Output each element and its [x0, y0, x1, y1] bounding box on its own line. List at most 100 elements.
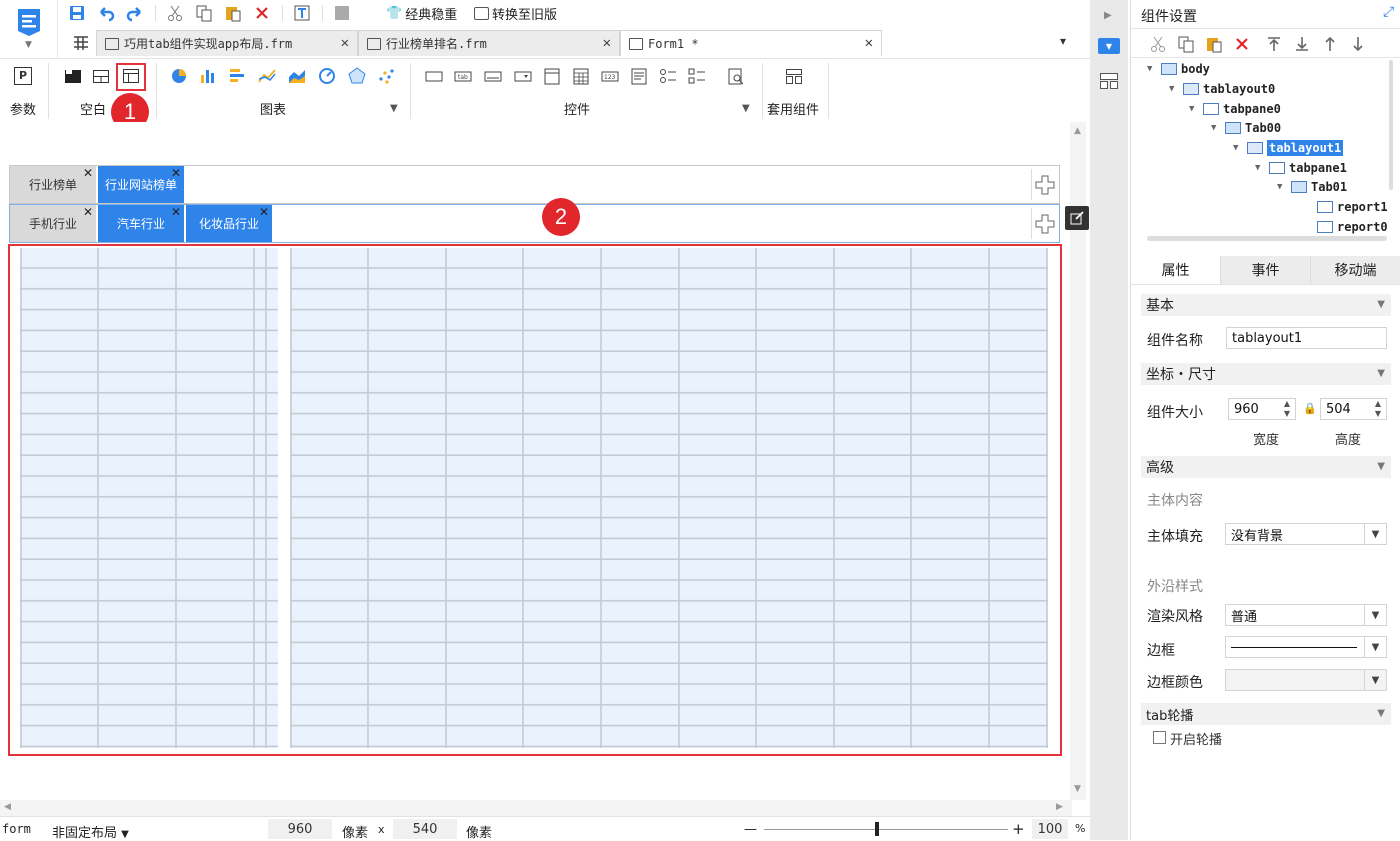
tree-node-tabpane1[interactable]: ▼ tabpane1: [1255, 159, 1347, 177]
tree-node-tablayout0[interactable]: ▼ tablayout0: [1169, 80, 1275, 98]
component-settings-icon[interactable]: ▼: [1098, 38, 1120, 54]
move-bottom-icon[interactable]: [1293, 35, 1311, 56]
report-grid-right[interactable]: [290, 248, 1048, 748]
tab-phone-industry[interactable]: 手机行业 ✕: [10, 205, 97, 242]
horizontal-bar-icon[interactable]: [228, 67, 246, 85]
template-component-icon[interactable]: [785, 67, 803, 85]
move-top-icon[interactable]: [1265, 35, 1283, 56]
dropdown-control-icon[interactable]: [514, 67, 532, 85]
scroll-down-icon[interactable]: ▼: [1074, 784, 1081, 794]
grid-menu-icon[interactable]: [72, 34, 90, 55]
component-name-input[interactable]: tablayout1: [1226, 327, 1387, 349]
chevron-down-icon[interactable]: ▼: [390, 103, 398, 114]
classic-theme-button[interactable]: 👕 经典稳重: [386, 4, 457, 23]
copy-icon[interactable]: [195, 4, 213, 22]
pie-chart-icon[interactable]: [170, 67, 188, 85]
collapse-arrow-icon[interactable]: ▶: [1104, 10, 1112, 21]
render-style-select[interactable]: 普通 ▼: [1225, 604, 1387, 626]
selected-tablayout[interactable]: [8, 244, 1062, 756]
chevron-down-icon[interactable]: ▼: [742, 103, 750, 114]
canvas-width-input[interactable]: 960: [268, 819, 332, 839]
enable-carousel-checkbox[interactable]: [1153, 731, 1166, 744]
paste-icon[interactable]: [224, 4, 242, 22]
chevron-down-icon[interactable]: ▼: [25, 40, 32, 50]
move-down-icon[interactable]: [1349, 35, 1367, 56]
save-icon[interactable]: [68, 4, 86, 22]
copy-icon[interactable]: [1177, 35, 1195, 56]
preview-icon[interactable]: [333, 4, 351, 22]
width-stepper[interactable]: 960 ▲ ▼: [1228, 398, 1296, 420]
file-tab-1[interactable]: 巧用tab组件实现app布局.frm ✕: [96, 30, 358, 56]
tree-node-body[interactable]: ▼ body: [1147, 60, 1210, 78]
add-tab-button[interactable]: [1031, 208, 1057, 239]
number-control-icon[interactable]: 123: [601, 67, 619, 85]
area-chart-icon[interactable]: [288, 67, 306, 85]
add-tab-button[interactable]: [1031, 169, 1057, 200]
radio-group-icon[interactable]: [659, 67, 677, 85]
tree-vertical-scrollbar[interactable]: [1389, 60, 1393, 190]
checkbox-group-icon[interactable]: [688, 67, 706, 85]
file-tab-2[interactable]: 行业榜单排名.frm ✕: [358, 30, 620, 56]
tree-node-tabpane0[interactable]: ▼ tabpane0: [1189, 100, 1281, 118]
calendar-control-icon[interactable]: [572, 67, 590, 85]
tree-horizontal-scrollbar[interactable]: [1147, 236, 1387, 241]
absolute-layout-icon[interactable]: [64, 67, 82, 85]
layout-panel-icon[interactable]: [1099, 72, 1119, 93]
tree-node-tab01[interactable]: ▼ Tab01: [1277, 178, 1347, 196]
zoom-input[interactable]: 100: [1032, 819, 1068, 839]
redo-icon[interactable]: [126, 4, 144, 22]
scroll-up-icon[interactable]: ▲: [1074, 126, 1081, 136]
button-control-icon[interactable]: [484, 67, 502, 85]
close-icon[interactable]: ✕: [171, 167, 181, 179]
parameter-icon[interactable]: P: [14, 67, 32, 85]
close-icon[interactable]: ✕: [83, 206, 93, 218]
tab-cosmetics-industry[interactable]: 化妆品行业 ✕: [186, 205, 273, 242]
split-layout-icon[interactable]: [92, 67, 110, 85]
edit-icon[interactable]: [1065, 206, 1089, 230]
tab-properties[interactable]: 属性: [1131, 256, 1221, 284]
section-coordinates[interactable]: 坐标・尺寸 ▼: [1141, 363, 1391, 385]
scroll-left-icon[interactable]: ◀: [4, 802, 11, 812]
bar-chart-icon[interactable]: [199, 67, 217, 85]
cut-icon[interactable]: [166, 4, 184, 22]
line-chart-icon[interactable]: [258, 67, 276, 85]
scatter-chart-icon[interactable]: [377, 67, 395, 85]
scroll-right-icon[interactable]: ▶: [1056, 802, 1063, 812]
close-icon[interactable]: ✕: [171, 206, 181, 218]
section-advanced[interactable]: 高级 ▼: [1141, 456, 1391, 478]
close-icon[interactable]: ✕: [259, 206, 269, 218]
query-control-icon[interactable]: [727, 67, 745, 85]
textbox-control-icon[interactable]: [425, 67, 443, 85]
zoom-slider[interactable]: [764, 829, 1008, 830]
move-up-icon[interactable]: [1321, 35, 1339, 56]
app-menu[interactable]: ▼: [0, 0, 58, 58]
horizontal-scrollbar[interactable]: ◀ ▶: [0, 800, 1072, 816]
close-icon[interactable]: ✕: [341, 35, 349, 51]
paste-icon[interactable]: [1205, 35, 1223, 56]
zoom-slider-thumb[interactable]: [875, 822, 879, 836]
textarea-control-icon[interactable]: [630, 67, 648, 85]
file-tab-3[interactable]: Form1 * ✕: [620, 30, 882, 56]
tab-industry-list[interactable]: 行业榜单 ✕: [10, 166, 97, 203]
tab-auto-industry[interactable]: 汽车行业 ✕: [98, 205, 185, 242]
tab-events[interactable]: 事件: [1221, 256, 1311, 284]
close-icon[interactable]: ✕: [83, 167, 93, 179]
tree-node-report0[interactable]: report0: [1317, 218, 1388, 236]
tree-node-tablayout1[interactable]: ▼ tablayout1: [1233, 139, 1344, 157]
undo-icon[interactable]: [97, 4, 115, 22]
canvas-height-input[interactable]: 540: [393, 819, 457, 839]
section-tab-carousel[interactable]: tab轮播 ▼: [1141, 703, 1391, 725]
close-icon[interactable]: ✕: [603, 35, 611, 51]
border-color-picker[interactable]: ▼: [1225, 669, 1387, 691]
layout-select[interactable]: 非固定布局 ▼: [52, 822, 129, 841]
zoom-out-button[interactable]: —: [744, 822, 757, 837]
tab-industry-website-list[interactable]: 行业网站榜单 ✕: [98, 166, 185, 203]
cut-icon[interactable]: [1149, 35, 1167, 56]
gauge-chart-icon[interactable]: [318, 67, 336, 85]
delete-icon[interactable]: [253, 4, 271, 22]
switch-old-version-button[interactable]: 转换至旧版: [474, 4, 557, 23]
tree-node-report1[interactable]: report1: [1317, 198, 1388, 216]
tab-mobile[interactable]: 移动端: [1311, 256, 1400, 284]
report-grid-left[interactable]: [20, 248, 278, 748]
zoom-in-button[interactable]: +: [1012, 820, 1025, 838]
